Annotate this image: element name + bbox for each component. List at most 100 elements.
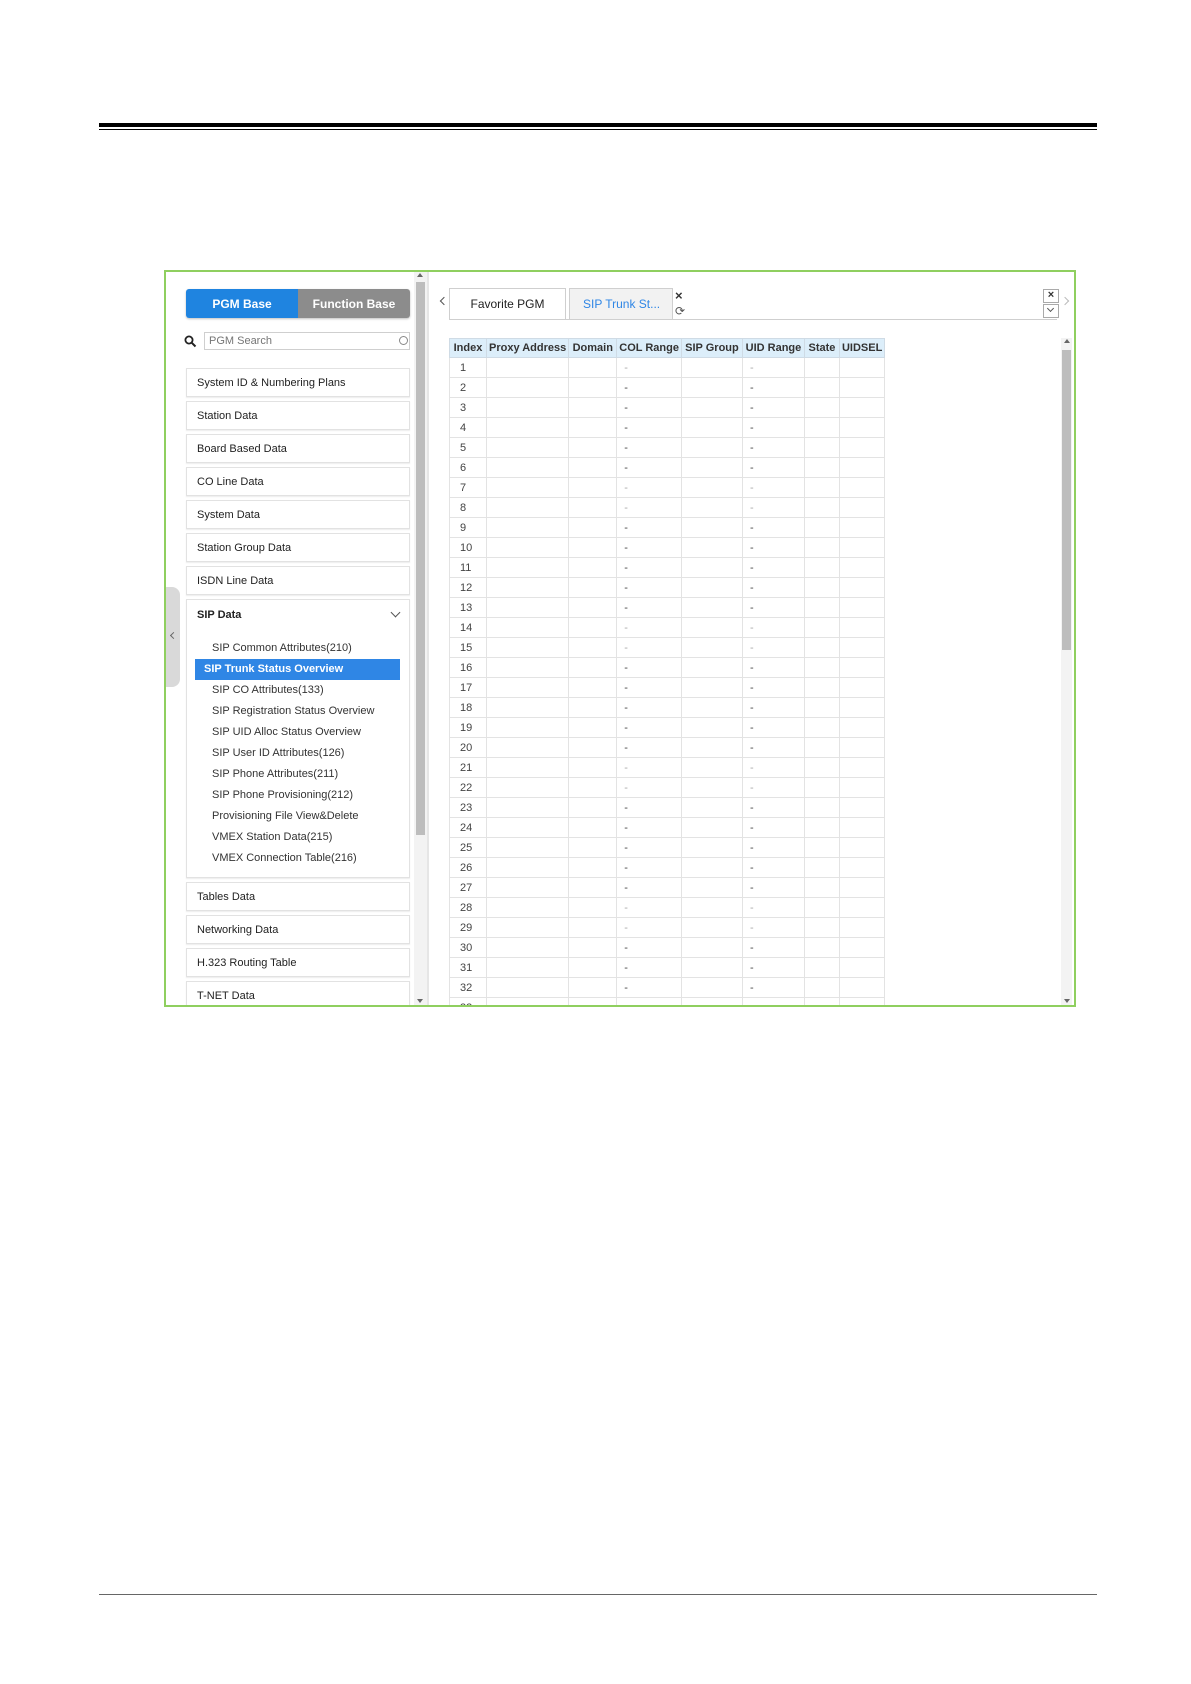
column-header-proxy-address[interactable]: Proxy Address [485, 338, 570, 358]
submenu-item-vmex-connection-table[interactable]: VMEX Connection Table(216) [195, 848, 400, 869]
table-row[interactable]: 10 - - [449, 537, 886, 558]
table-row[interactable]: 24 - - [449, 817, 886, 838]
submenu-item-sip-user-id-attributes[interactable]: SIP User ID Attributes(126) [195, 743, 400, 764]
right-scrollbar-thumb[interactable] [1062, 350, 1071, 650]
cell-sip-group [680, 557, 743, 578]
cell-proxy-address [485, 837, 570, 858]
table-row[interactable]: 22 - - [449, 777, 886, 798]
cell-state [803, 677, 840, 698]
scroll-up-icon[interactable] [1064, 339, 1070, 343]
table-row[interactable]: 33 - - [449, 997, 886, 1005]
table-row[interactable]: 32 - - [449, 977, 886, 998]
menu-item-h323-routing-table[interactable]: H.323 Routing Table [186, 948, 410, 977]
menu-item-sip-data[interactable]: SIP Data [187, 600, 409, 629]
table-row[interactable]: 23 - - [449, 797, 886, 818]
submenu-item-sip-trunk-status-overview[interactable]: SIP Trunk Status Overview [195, 659, 400, 680]
column-header-sip-group[interactable]: SIP Group [680, 338, 743, 358]
pgm-search-input[interactable] [204, 332, 410, 350]
right-panel: Favorite PGM SIP Trunk St... × ⟳ × Index… [429, 272, 1074, 1005]
collapse-sidebar-handle[interactable] [166, 587, 180, 687]
column-header-uidsel[interactable]: UIDSEL [838, 338, 886, 358]
menu-item-tables-data[interactable]: Tables Data [186, 882, 410, 911]
table-row[interactable]: 14 - - [449, 617, 886, 638]
table-row[interactable]: 4 - - [449, 417, 886, 438]
table-row[interactable]: 2 - - [449, 377, 886, 398]
menu-item-station-group-data[interactable]: Station Group Data [186, 533, 410, 562]
column-header-uid-range[interactable]: UID Range [741, 338, 805, 358]
table-row[interactable]: 31 - - [449, 957, 886, 978]
menu-item-board-based-data[interactable]: Board Based Data [186, 434, 410, 463]
table-row[interactable]: 20 - - [449, 737, 886, 758]
cell-sip-group [680, 977, 743, 998]
menu-item-co-line-data[interactable]: CO Line Data [186, 467, 410, 496]
submenu-item-provisioning-file-view[interactable]: Provisioning File View&Delete [195, 806, 400, 827]
menu-item-sip-data-label: SIP Data [197, 608, 242, 621]
tab-scroll-right-icon[interactable] [1060, 296, 1070, 306]
cell-index: 18 [449, 697, 487, 718]
menu-item-station-data[interactable]: Station Data [186, 401, 410, 430]
tab-favorite-pgm[interactable]: Favorite PGM [449, 288, 566, 319]
tab-sip-trunk-status[interactable]: SIP Trunk St... [569, 288, 673, 319]
submenu-item-sip-co-attributes[interactable]: SIP CO Attributes(133) [195, 680, 400, 701]
function-base-button[interactable]: Function Base [298, 289, 410, 318]
submenu-item-sip-common-attributes[interactable]: SIP Common Attributes(210) [195, 638, 400, 659]
clear-search-icon[interactable] [399, 336, 408, 345]
table-row[interactable]: 8 - - [449, 497, 886, 518]
column-header-col-range[interactable]: COL Range [616, 338, 682, 358]
chevron-down-icon[interactable] [1043, 304, 1059, 318]
cell-state [803, 777, 840, 798]
table-row[interactable]: 13 - - [449, 597, 886, 618]
scroll-down-icon[interactable] [417, 999, 423, 1003]
cell-domain [568, 997, 618, 1005]
submenu-item-sip-uid-alloc-status[interactable]: SIP UID Alloc Status Overview [195, 722, 400, 743]
submenu-item-vmex-station-data[interactable]: VMEX Station Data(215) [195, 827, 400, 848]
table-row[interactable]: 21 - - [449, 757, 886, 778]
table-row[interactable]: 25 - - [449, 837, 886, 858]
table-row[interactable]: 12 - - [449, 577, 886, 598]
table-row[interactable]: 3 - - [449, 397, 886, 418]
menu-item-tnet-data[interactable]: T-NET Data [186, 981, 410, 1005]
table-row[interactable]: 18 - - [449, 697, 886, 718]
table-row[interactable]: 15 - - [449, 637, 886, 658]
cell-uid-range: - [741, 897, 805, 918]
table-row[interactable]: 5 - - [449, 437, 886, 458]
menu-item-isdn-line-data[interactable]: ISDN Line Data [186, 566, 410, 595]
submenu-item-sip-registration-status[interactable]: SIP Registration Status Overview [195, 701, 400, 722]
table-row[interactable]: 29 - - [449, 917, 886, 938]
cell-domain [568, 477, 618, 498]
column-header-state[interactable]: State [803, 338, 840, 358]
table-row[interactable]: 28 - - [449, 897, 886, 918]
scroll-up-icon[interactable] [417, 273, 423, 277]
table-row[interactable]: 26 - - [449, 857, 886, 878]
tab-scroll-left-icon[interactable] [439, 296, 449, 306]
refresh-icon[interactable]: ⟳ [675, 305, 685, 317]
table-row[interactable]: 27 - - [449, 877, 886, 898]
table-row[interactable]: 30 - - [449, 937, 886, 958]
table-row[interactable]: 6 - - [449, 457, 886, 478]
table-row[interactable]: 19 - - [449, 717, 886, 738]
table-row[interactable]: 11 - - [449, 557, 886, 578]
scroll-down-icon[interactable] [1064, 999, 1070, 1003]
close-window-icon[interactable]: × [1043, 289, 1059, 303]
submenu-item-sip-phone-provisioning[interactable]: SIP Phone Provisioning(212) [195, 785, 400, 806]
column-header-index[interactable]: Index [449, 338, 487, 358]
right-scrollbar[interactable] [1061, 338, 1072, 1005]
cell-index: 6 [449, 457, 487, 478]
search-icon[interactable] [184, 335, 197, 348]
submenu-item-sip-phone-attributes[interactable]: SIP Phone Attributes(211) [195, 764, 400, 785]
pgm-base-button[interactable]: PGM Base [186, 289, 298, 318]
table-row[interactable]: 7 - - [449, 477, 886, 498]
menu-item-system-id[interactable]: System ID & Numbering Plans [186, 368, 410, 397]
table-row[interactable]: 16 - - [449, 657, 886, 678]
menu-item-networking-data[interactable]: Networking Data [186, 915, 410, 944]
menu-item-system-data[interactable]: System Data [186, 500, 410, 529]
cell-domain [568, 517, 618, 538]
column-header-domain[interactable]: Domain [568, 338, 618, 358]
left-scrollbar[interactable] [414, 272, 427, 1005]
table-row[interactable]: 1 - - [449, 357, 886, 378]
table-row[interactable]: 9 - - [449, 517, 886, 538]
cell-state [803, 657, 840, 678]
left-scrollbar-thumb[interactable] [416, 282, 425, 835]
table-row[interactable]: 17 - - [449, 677, 886, 698]
close-icon[interactable]: × [675, 289, 683, 302]
